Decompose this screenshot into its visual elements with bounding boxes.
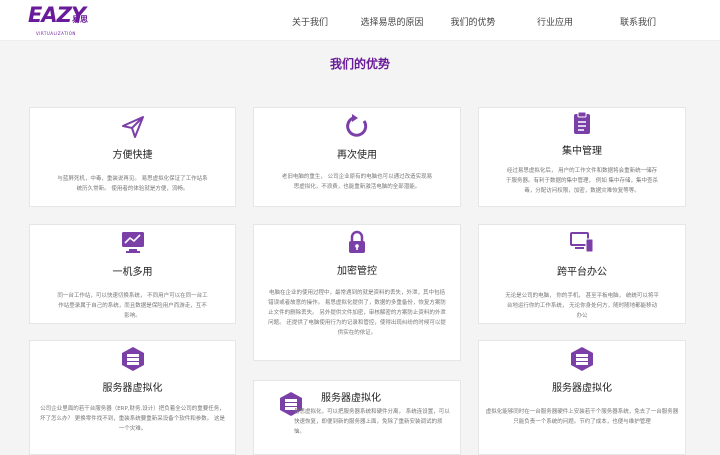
- server-icon: [569, 346, 595, 372]
- nav-item-why[interactable]: 选择易思的原因: [360, 15, 423, 28]
- feature-card-server-virtualization-3: 服务器虚拟化 虚拟化能够同时在一台服务器硬件上安装若干个服务器系统，免去了一台服…: [478, 340, 686, 455]
- card-title: 服务器虚拟化: [102, 383, 163, 394]
- server-icon: [120, 346, 146, 372]
- feature-card-convenient: 方便快捷 与蓝屏死机，中毒，重装说再见。 易思虚拟化保证了工作站系统历久常新。 …: [29, 107, 236, 207]
- card-title: 服务器虚拟化: [321, 393, 381, 404]
- feature-card-multi-use: 一机多用 同一台工作站，可以快速切换系统， 不同用户可以在同一台工作站登录属于自…: [29, 224, 236, 324]
- lock-icon: [344, 229, 370, 255]
- card-title: 服务器虚拟化: [552, 383, 612, 394]
- feature-card-cross-platform: 跨平台办公 无论是公司的电脑， 你的手机， 甚至平板电脑， 统统可以将平台地运行…: [478, 224, 686, 324]
- feature-card-reuse: 再次使用 老旧电脑的重生， 公司企业原有的电脑也可以通过改造实现易思虚拟化，不浪…: [253, 107, 461, 207]
- nav-item-about[interactable]: 关于我们: [292, 15, 328, 28]
- feature-card-encryption: 加密管控 电脑在企业的使用过程中，最常遇到的就是资料的丢失，外泄，其中包括错误或…: [253, 224, 461, 361]
- card-description: 易思虚拟化，可以把服务器系统和硬件分离， 系统连设置，可以快速恢复，即便到新的服…: [294, 409, 450, 435]
- refresh-icon: [344, 113, 370, 139]
- card-title: 再次使用: [337, 150, 377, 161]
- card-description: 公司企业里面的若干台服务器（ERP,财务,设计）把负着全公司的重要任务，坏了怎么…: [40, 406, 225, 432]
- feature-card-server-virtualization-2: 服务器虚拟化 易思虚拟化，可以把服务器系统和硬件分离， 系统连设置，可以快速恢复…: [253, 380, 461, 455]
- nav-item-industry[interactable]: 行业应用: [537, 15, 573, 28]
- card-description: 同一台工作站，可以快速切换系统， 不同用户可以在同一台工作站登录属于自己的系统，…: [57, 293, 208, 319]
- devices-icon: [569, 229, 595, 255]
- card-title: 加密管控: [337, 266, 377, 277]
- card-title: 跨平台办公: [557, 267, 607, 278]
- paper-plane-icon: [120, 114, 146, 140]
- clipboard-icon: [569, 110, 595, 136]
- nav-item-contact[interactable]: 联系我们: [620, 15, 656, 28]
- main-nav: 关于我们 选择易思的原因 我们的优势 行业应用 联系我们: [0, 15, 720, 29]
- card-description: 电脑在企业的使用过程中，最常遇到的就是资料的丢失，外泄，其中包括错误或者故意的操…: [268, 290, 446, 336]
- feature-card-central-management: 集中管理 经过易思虚拟化后， 用户的工作文件和数据将会重新统一储存于服务器。有利…: [478, 107, 686, 207]
- monitor-chart-icon: [120, 229, 146, 255]
- card-title: 方便快捷: [112, 150, 153, 161]
- card-description: 老旧电脑的重生， 公司企业原有的电脑也可以通过改造实现易思虚拟化，不浪费，也能重…: [281, 174, 433, 190]
- feature-card-server-virtualization-1: 服务器虚拟化 公司企业里面的若干台服务器（ERP,财务,设计）把负着全公司的重要…: [29, 340, 236, 455]
- card-title: 一机多用: [112, 267, 153, 278]
- card-description: 与蓝屏死机，中毒，重装说再见。 易思虚拟化保证了工作站系统历久常新。 使用者的体…: [57, 176, 208, 192]
- card-title: 集中管理: [562, 146, 602, 157]
- card-description: 虚拟化能够同时在一台服务器硬件上安装若干个服务器系统，免去了一台服务器只能负责一…: [485, 409, 679, 425]
- card-description: 无论是公司的电脑， 你的手机， 甚至平板电脑， 统统可以将平台地运行你的工作系统…: [505, 293, 659, 319]
- section-title: 我们的优势: [329, 57, 390, 71]
- top-navbar: EAZY 易思 VIRTUALIZATION 关于我们 选择易思的原因 我们的优…: [0, 0, 720, 41]
- nav-item-advantages[interactable]: 我们的优势: [450, 15, 495, 28]
- logo-tagline: VIRTUALIZATION: [36, 31, 76, 36]
- card-description: 经过易思虚拟化后， 用户的工作文件和数据将会重新统一储存于服务器。有利于数据的集…: [506, 168, 658, 194]
